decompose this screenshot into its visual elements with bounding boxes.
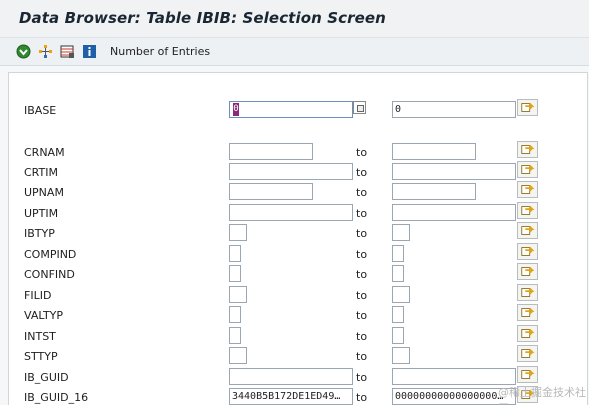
multiple-selection-button-filid[interactable]: [517, 284, 538, 301]
crnam-low-input[interactable]: [229, 143, 313, 160]
multiple-selection-button-ibase[interactable]: [517, 99, 538, 116]
crnam-high-input[interactable]: [392, 143, 476, 160]
valtyp-low-input[interactable]: [229, 306, 241, 323]
multiple-selection-button-crtim[interactable]: [517, 161, 538, 178]
info-icon[interactable]: [82, 44, 97, 59]
crtim-low-input[interactable]: [229, 163, 353, 180]
to-label: to: [356, 186, 368, 199]
field-label-valtyp: VALTYP: [24, 309, 64, 322]
ib-guid-16-low-input[interactable]: 3440B5B172DE1ED49…: [229, 388, 353, 405]
multiple-selection-button-sttyp[interactable]: [517, 345, 538, 362]
crtim-high-input[interactable]: [392, 163, 516, 180]
multiple-selection-button-crnam[interactable]: [517, 141, 538, 158]
ib-guid-low-input[interactable]: [229, 368, 353, 385]
field-label-ib-guid-16: IB_GUID_16: [24, 391, 89, 404]
upnam-high-input[interactable]: [392, 183, 476, 200]
multiple-selection-button-ibtyp[interactable]: [517, 222, 538, 239]
field-label-ib-guid: IB_GUID: [24, 371, 69, 384]
execute-icon[interactable]: [16, 44, 31, 59]
multiple-selection-button-compind[interactable]: [517, 243, 538, 260]
multiple-selection-button-valtyp[interactable]: [517, 304, 538, 321]
sttyp-high-input[interactable]: [392, 347, 410, 364]
to-label: to: [356, 350, 368, 363]
confind-high-input[interactable]: [392, 265, 404, 282]
to-label: to: [356, 330, 368, 343]
field-label-crnam: CRNAM: [24, 146, 65, 159]
watermark: @稀土掘金技术社区: [498, 386, 586, 405]
ibase-low-input[interactable]: 0: [229, 101, 353, 118]
compind-high-input[interactable]: [392, 245, 404, 262]
ibtyp-low-input[interactable]: [229, 224, 247, 241]
field-label-ibtyp: IBTYP: [24, 227, 55, 240]
field-label-filid: FILID: [24, 289, 52, 302]
intst-low-input[interactable]: [229, 327, 241, 344]
to-label: to: [356, 268, 368, 281]
field-label-confind: CONFIND: [24, 268, 75, 281]
to-label: to: [356, 207, 368, 220]
to-label: to: [356, 146, 368, 159]
field-label-compind: COMPIND: [24, 248, 77, 261]
ibase-high-input[interactable]: 0: [392, 101, 516, 118]
multiple-selection-button-intst[interactable]: [517, 325, 538, 342]
field-label-upnam: UPNAM: [24, 186, 64, 199]
confind-low-input[interactable]: [229, 265, 241, 282]
compind-low-input[interactable]: [229, 245, 241, 262]
to-label: to: [356, 371, 368, 384]
upnam-low-input[interactable]: [229, 183, 313, 200]
sttyp-low-input[interactable]: [229, 347, 247, 364]
intst-high-input[interactable]: [392, 327, 404, 344]
to-label: to: [356, 289, 368, 302]
to-label: to: [356, 227, 368, 240]
filid-high-input[interactable]: [392, 286, 410, 303]
ib-guid-high-input[interactable]: [392, 368, 516, 385]
filid-low-input[interactable]: [229, 286, 247, 303]
selection-panel: [8, 72, 588, 405]
multiple-selection-button-ib-guid[interactable]: [517, 366, 538, 383]
uptim-low-input[interactable]: [229, 204, 353, 221]
application-toolbar: Number of Entries: [0, 38, 589, 66]
program-icon[interactable]: [38, 44, 53, 59]
ibtyp-high-input[interactable]: [392, 224, 410, 241]
field-label-uptim: UPTIM: [24, 207, 59, 220]
search-help-button[interactable]: [353, 101, 366, 114]
multiple-selection-button-confind[interactable]: [517, 263, 538, 280]
layout-icon[interactable]: [60, 44, 75, 59]
number-of-entries-button[interactable]: Number of Entries: [110, 45, 210, 58]
text-cursor: 0: [233, 103, 239, 116]
multiple-selection-button-upnam[interactable]: [517, 181, 538, 198]
field-label-intst: INTST: [24, 330, 56, 343]
to-label: to: [356, 309, 368, 322]
uptim-high-input[interactable]: [392, 204, 516, 221]
page-title: Data Browser: Table IBIB: Selection Scre…: [19, 9, 386, 27]
to-label: to: [356, 391, 368, 404]
field-label-ibase: IBASE: [24, 104, 57, 117]
to-label: to: [356, 166, 368, 179]
field-label-sttyp: STTYP: [24, 350, 58, 363]
multiple-selection-button-uptim[interactable]: [517, 202, 538, 219]
valtyp-high-input[interactable]: [392, 306, 404, 323]
title-bar: Data Browser: Table IBIB: Selection Scre…: [0, 0, 589, 38]
field-label-crtim: CRTIM: [24, 166, 58, 179]
to-label: to: [356, 248, 368, 261]
